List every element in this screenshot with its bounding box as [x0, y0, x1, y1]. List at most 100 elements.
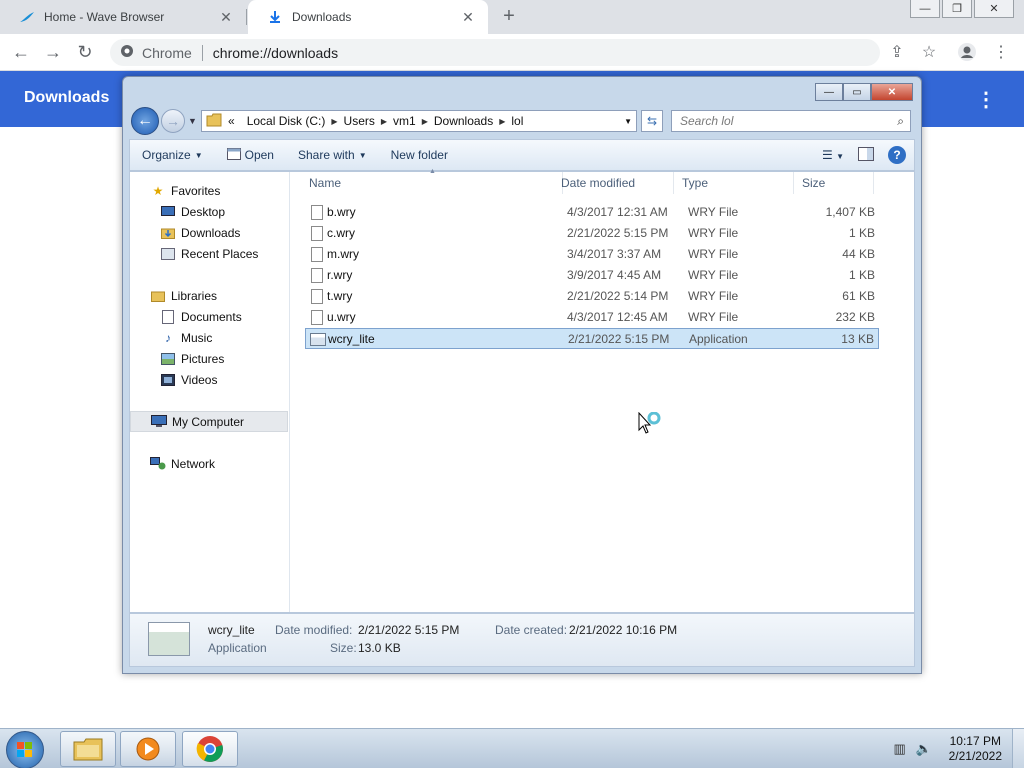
close-button[interactable]: ✕: [974, 0, 1014, 18]
file-icon: [311, 205, 323, 220]
reload-icon[interactable]: ↻: [74, 42, 96, 64]
breadcrumb-arrow-icon[interactable]: ▶: [331, 117, 337, 126]
file-row[interactable]: t.wry 2/21/2022 5:14 PM WRY File 61 KB: [305, 286, 879, 307]
new-folder-button[interactable]: New folder: [379, 148, 460, 162]
nav-downloads[interactable]: Downloads: [130, 222, 288, 243]
view-controls: ☰ ▼ ?: [822, 146, 906, 164]
file-row[interactable]: c.wry 2/21/2022 5:15 PM WRY File 1 KB: [305, 223, 879, 244]
nav-desktop[interactable]: Desktop: [130, 201, 288, 222]
omnibox-chip: Chrome: [142, 44, 192, 61]
pictures-icon: [160, 352, 176, 366]
network-tray-icon[interactable]: ▥: [891, 740, 909, 758]
nav-recent-places[interactable]: Recent Places: [130, 243, 288, 264]
breadcrumb-arrow-icon[interactable]: ▶: [381, 117, 387, 126]
file-row[interactable]: m.wry 3/4/2017 3:37 AM WRY File 44 KB: [305, 244, 879, 265]
chevron-down-icon: ▼: [194, 150, 203, 160]
breadcrumb-overflow[interactable]: «: [228, 114, 235, 128]
share-icon[interactable]: ⇪: [886, 42, 908, 64]
refresh-icon[interactable]: ⇆: [641, 110, 663, 132]
explorer-close-button[interactable]: ✕: [871, 83, 913, 101]
profile-avatar-icon[interactable]: [956, 42, 978, 64]
clock[interactable]: 10:17 PM 2/21/2022: [949, 734, 1002, 764]
breadcrumb-arrow-icon[interactable]: ▶: [422, 117, 428, 126]
new-tab-button[interactable]: +: [498, 6, 520, 28]
tab-downloads[interactable]: Downloads ✕: [248, 0, 488, 34]
breadcrumb-users[interactable]: Users: [344, 114, 375, 128]
file-row[interactable]: b.wry 4/3/2017 12:31 AM WRY File 1,407 K…: [305, 202, 879, 223]
file-row[interactable]: r.wry 3/9/2017 4:45 AM WRY File 1 KB: [305, 265, 879, 286]
downloads-menu-icon[interactable]: ⋮: [976, 87, 996, 112]
address-dropdown-icon[interactable]: ▼: [624, 117, 632, 126]
preview-pane-icon[interactable]: [858, 146, 874, 164]
omnibox-separator: [201, 44, 203, 61]
explorer-body: ★ Favorites Desktop Downloads Recent Pla…: [129, 168, 915, 613]
file-name: t.wry: [327, 289, 353, 303]
explorer-nav-buttons: ← → ▼: [131, 107, 197, 135]
explorer-forward-icon[interactable]: →: [161, 109, 185, 133]
nav-music[interactable]: ♪ Music: [130, 327, 288, 348]
explorer-address-bar[interactable]: « Local Disk (C:) ▶ Users ▶ vm1 ▶ Downlo…: [201, 110, 637, 132]
breadcrumb-local-disk[interactable]: Local Disk (C:): [247, 114, 326, 128]
nav-network[interactable]: Network: [130, 453, 288, 474]
file-date: 3/4/2017 3:37 AM: [567, 247, 662, 261]
file-type: WRY File: [688, 268, 739, 282]
restore-button[interactable]: ❐: [942, 0, 972, 18]
browser-menu-icon[interactable]: ⋮: [990, 42, 1012, 64]
taskbar-explorer-button[interactable]: [60, 731, 116, 767]
forward-arrow-icon[interactable]: →: [42, 42, 64, 64]
start-button[interactable]: [6, 731, 44, 768]
column-header-date-modified[interactable]: Date modified: [553, 172, 674, 194]
address-bar[interactable]: Chrome chrome://downloads: [110, 39, 880, 66]
view-options-icon[interactable]: ☰ ▼: [822, 148, 844, 162]
page-title: Downloads: [24, 89, 110, 106]
file-row[interactable]: u.wry 4/3/2017 12:45 AM WRY File 232 KB: [305, 307, 879, 328]
nav-documents[interactable]: Documents: [130, 306, 288, 327]
explorer-back-icon[interactable]: ←: [131, 107, 159, 135]
clock-date: 2/21/2022: [948, 749, 1002, 763]
explorer-caption-buttons: — ▭ ✕: [815, 83, 913, 101]
chrome-logo-icon: [120, 44, 134, 61]
nav-pictures[interactable]: Pictures: [130, 348, 288, 369]
tab-close-icon[interactable]: ✕: [218, 9, 234, 26]
taskbar-chrome-button[interactable]: [182, 731, 238, 767]
history-dropdown-icon[interactable]: ▼: [188, 116, 197, 126]
nav-label: Favorites: [171, 183, 221, 198]
show-desktop-button[interactable]: [1012, 729, 1024, 768]
column-header-name[interactable]: Name ▲: [301, 168, 563, 194]
file-type: WRY File: [688, 226, 739, 240]
minimize-button[interactable]: —: [910, 0, 940, 18]
explorer-minimize-button[interactable]: —: [815, 83, 843, 101]
open-app-icon: [226, 147, 241, 163]
breadcrumb-lol[interactable]: lol: [511, 114, 523, 128]
tab-home-wave-browser[interactable]: Home - Wave Browser ✕: [0, 0, 246, 34]
share-with-button[interactable]: Share with ▼: [286, 148, 379, 162]
column-header-size[interactable]: Size: [794, 172, 874, 194]
nav-libraries[interactable]: Libraries: [130, 285, 288, 306]
back-arrow-icon[interactable]: ←: [10, 42, 32, 64]
help-icon[interactable]: ?: [888, 146, 906, 164]
nav-label: Desktop: [181, 204, 226, 219]
taskbar-media-player-button[interactable]: [120, 731, 176, 767]
breadcrumb-downloads[interactable]: Downloads: [434, 114, 493, 128]
volume-icon[interactable]: 🔈: [915, 740, 933, 758]
nav-favorites[interactable]: ★ Favorites: [130, 180, 288, 201]
breadcrumb-arrow-icon[interactable]: ▶: [499, 117, 505, 126]
nav-videos[interactable]: Videos: [130, 369, 288, 390]
explorer-maximize-button[interactable]: ▭: [843, 83, 871, 101]
breadcrumb-vm1[interactable]: vm1: [393, 114, 416, 128]
file-date: 4/3/2017 12:45 AM: [567, 310, 668, 324]
search-input[interactable]: Search lol ⌕: [671, 110, 911, 132]
tab-close-icon[interactable]: ✕: [460, 9, 476, 26]
file-row-selected[interactable]: wcry_lite 2/21/2022 5:15 PM Application …: [305, 328, 879, 349]
nav-my-computer[interactable]: My Computer: [130, 411, 288, 432]
open-button[interactable]: Open: [215, 147, 286, 163]
column-label: Type: [682, 176, 709, 190]
organize-label: Organize: [142, 148, 191, 162]
column-header-type[interactable]: Type: [674, 172, 794, 194]
recent-places-icon: [160, 247, 176, 261]
file-type: WRY File: [688, 247, 739, 261]
taskbar: ▥ 🔈 10:17 PM 2/21/2022: [0, 728, 1024, 768]
organize-button[interactable]: Organize ▼: [130, 148, 215, 162]
file-icon: [311, 226, 323, 241]
bookmark-star-icon[interactable]: ☆: [918, 42, 940, 64]
